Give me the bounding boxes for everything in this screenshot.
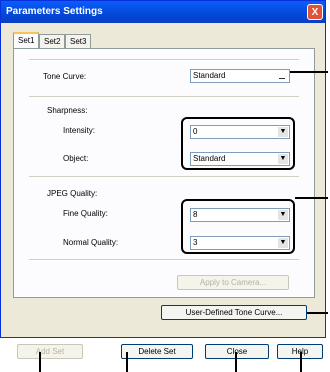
sharpness-heading: Sharpness: — [47, 106, 88, 115]
fine-quality-label: Fine Quality: — [63, 209, 108, 218]
tone-curve-field[interactable]: Standard — [190, 69, 290, 83]
add-set-callout-line — [39, 352, 41, 372]
tone-curve-callout-line — [290, 71, 328, 73]
close-callout-line — [235, 352, 237, 372]
tab-set3[interactable]: Set3 — [65, 34, 92, 48]
jpeg-quality-heading: JPEG Quality: — [47, 189, 98, 198]
normal-quality-label: Normal Quality: — [63, 238, 119, 247]
delete-set-button[interactable]: Delete Set — [121, 344, 193, 359]
tab-set1[interactable]: Set1 — [13, 32, 40, 49]
separator — [29, 59, 299, 61]
quality-callout-line — [295, 197, 328, 199]
tone-curve-button-callout-line — [307, 312, 328, 314]
separator — [29, 176, 299, 178]
user-defined-tone-curve-button[interactable]: User-Defined Tone Curve... — [161, 305, 307, 320]
separator — [29, 96, 299, 98]
tone-curve-label: Tone Curve: — [43, 72, 87, 81]
separator — [29, 259, 299, 261]
delete-set-callout-line — [126, 352, 128, 372]
help-callout-line — [300, 352, 302, 372]
sharpness-callout-frame — [181, 117, 295, 170]
title-bar: Parameters Settings X — [1, 1, 325, 23]
tone-curve-dash-icon — [279, 78, 285, 79]
tone-curve-value: Standard — [193, 71, 226, 80]
close-window-button[interactable]: X — [307, 4, 323, 20]
object-label: Object: — [63, 154, 89, 163]
jpeg-quality-callout-frame — [181, 199, 295, 254]
window-title: Parameters Settings — [6, 6, 103, 17]
close-button[interactable]: Close — [205, 344, 269, 359]
apply-to-camera-button[interactable]: Apply to Camera... — [177, 275, 289, 290]
add-set-button[interactable]: Add Set — [17, 344, 83, 359]
intensity-label: Intensity: — [63, 126, 96, 135]
tab-set2[interactable]: Set2 — [39, 34, 66, 48]
